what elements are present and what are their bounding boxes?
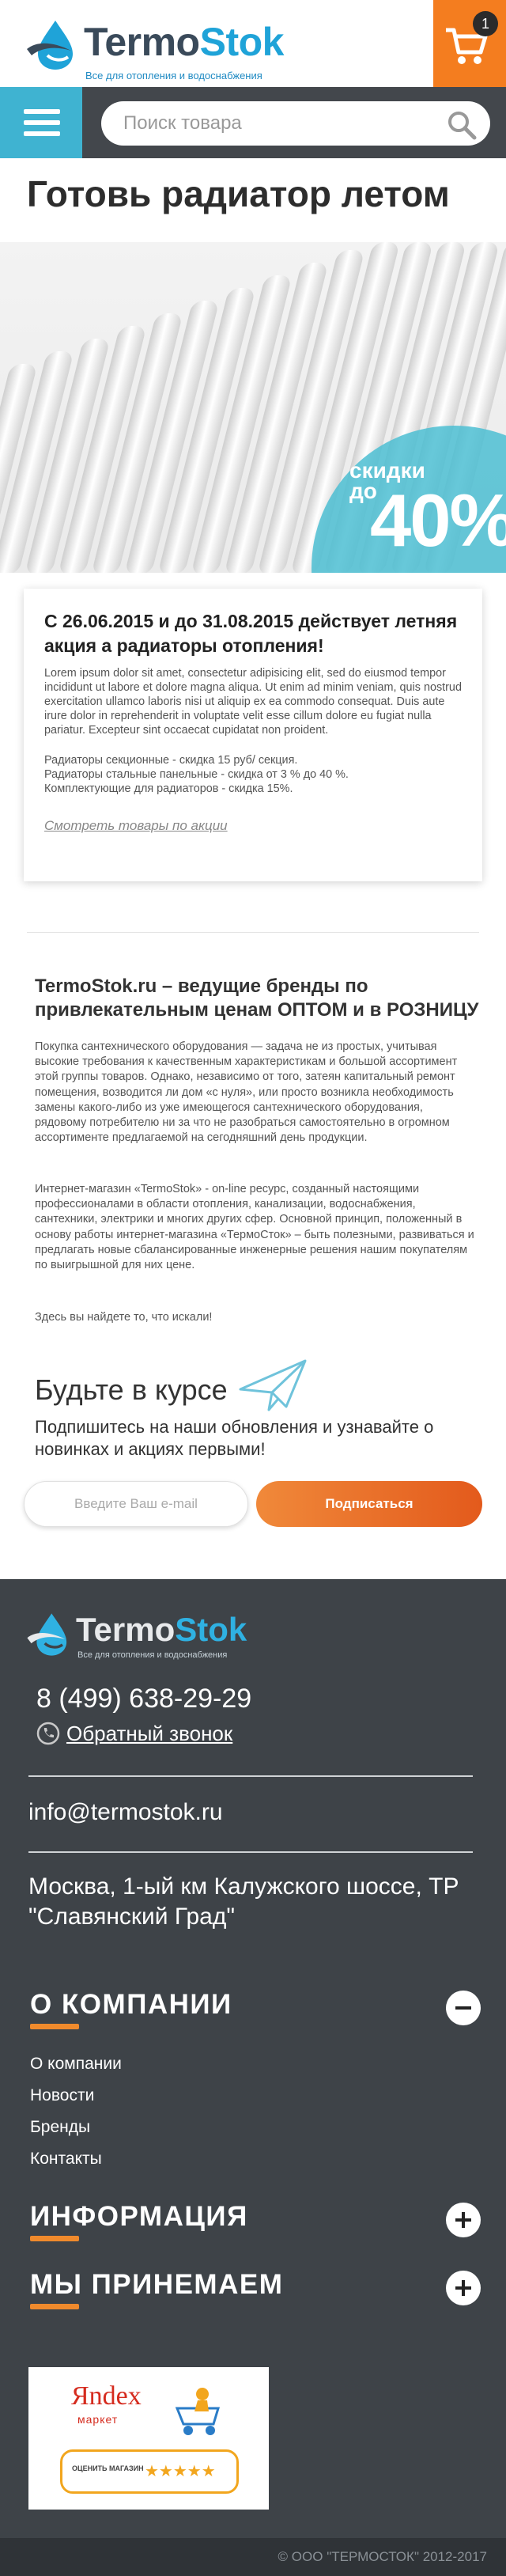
about-paragraph: Покупка сантехнического оборудования — з… bbox=[35, 1040, 458, 1145]
search-input[interactable] bbox=[101, 101, 490, 146]
section-underline bbox=[30, 2304, 79, 2309]
cart-button[interactable]: 1 bbox=[433, 0, 506, 87]
subscribe-text: Подпишитесь на наши обновления и узнавай… bbox=[35, 1417, 434, 1459]
yandex-logo: Яndex bbox=[71, 2381, 142, 2411]
footer-section-info: ИНФОРМАЦИЯ bbox=[30, 2201, 481, 2241]
search-icon[interactable] bbox=[446, 109, 478, 141]
yandex-market-badge[interactable]: Яndex маркет ОЦЕНИТЬ МАГАЗИН ★★★★★ bbox=[28, 2367, 269, 2510]
logo-tagline: Все для отопления и водоснабжения bbox=[85, 70, 262, 81]
promo-list: Радиаторы секционные - скидка 15 руб/ се… bbox=[44, 753, 462, 796]
menu-icon-line bbox=[24, 109, 60, 114]
about-title: TermoStok.ru – ведущие бренды по привлек… bbox=[35, 975, 479, 1021]
footer-link-news[interactable]: Новости bbox=[30, 2080, 481, 2112]
sale-percent: 40% bbox=[370, 479, 506, 562]
about-paragraph: Здесь вы найдете то, что искали! bbox=[35, 1311, 213, 1324]
section-underline bbox=[30, 2236, 79, 2241]
cart-count-badge: 1 bbox=[473, 11, 498, 36]
footer-section-title[interactable]: ИНФОРМАЦИЯ bbox=[30, 2201, 481, 2233]
footer-logo[interactable]: TermoStok Все для отопления и водоснабже… bbox=[24, 1611, 261, 1660]
phone-icon bbox=[36, 1722, 60, 1745]
promo-products-link[interactable]: Смотреть товары по акции bbox=[44, 818, 228, 834]
rate-shop-box[interactable]: ОЦЕНИТЬ МАГАЗИН ★★★★★ bbox=[60, 2449, 239, 2494]
page-title: Готовь радиатор летом bbox=[27, 173, 450, 214]
footer: TermoStok Все для отопления и водоснабже… bbox=[0, 1579, 506, 2576]
market-label: маркет bbox=[77, 2413, 119, 2426]
subscribe-button[interactable]: Подписаться bbox=[256, 1481, 482, 1527]
promo-banner[interactable]: скидки до 40% bbox=[0, 242, 506, 573]
cart-rider-icon bbox=[175, 2388, 221, 2435]
divider bbox=[27, 932, 479, 933]
rate-label: ОЦЕНИТЬ МАГАЗИН bbox=[72, 2464, 144, 2472]
promo-card: С 26.06.2015 и до 31.08.2015 действует л… bbox=[24, 589, 482, 881]
footer-section-company: О КОМПАНИИ О компании Новости Бренды Кон… bbox=[30, 1989, 481, 2175]
footer-divider bbox=[28, 1775, 473, 1777]
footer-divider bbox=[28, 1851, 473, 1853]
collapse-toggle-icon[interactable] bbox=[446, 1991, 481, 2025]
menu-icon-line bbox=[24, 120, 60, 125]
footer-address: Москва, 1-ый км Калужского шоссе, ТР "Сл… bbox=[28, 1873, 459, 1930]
callback-link[interactable]: Обратный звонок bbox=[36, 1722, 232, 1746]
menu-button[interactable] bbox=[0, 87, 82, 158]
footer-links: О компании Новости Бренды Контакты bbox=[30, 2048, 481, 2175]
paper-plane-icon bbox=[239, 1359, 307, 1411]
callback-label: Обратный звонок bbox=[66, 1722, 233, 1745]
subscribe-title: Будьте в курсе bbox=[35, 1373, 228, 1406]
section-underline bbox=[30, 2024, 79, 2029]
footer-section-payment: МЫ ПРИНЕМАЕМ bbox=[30, 2269, 481, 2309]
expand-toggle-icon[interactable] bbox=[446, 2271, 481, 2305]
footer-section-title[interactable]: О КОМПАНИИ bbox=[30, 1989, 481, 2021]
logo-text: TermoStok bbox=[84, 20, 284, 64]
footer-section-title[interactable]: МЫ ПРИНЕМАЕМ bbox=[30, 2269, 481, 2301]
promo-body: Lorem ipsum dolor sit amet, consectetur … bbox=[44, 667, 462, 737]
footer-link-contacts[interactable]: Контакты bbox=[30, 2143, 481, 2175]
promo-list-item: Комплектующие для радиаторов - скидка 15… bbox=[44, 782, 293, 795]
about-paragraph: Интернет-магазин «TermoStok» - on-line р… bbox=[35, 1183, 474, 1272]
rating-stars-icon: ★★★★★ bbox=[145, 2463, 216, 2480]
footer-logo-text: TermoStok bbox=[76, 1611, 247, 1648]
footer-email[interactable]: info@termostok.ru bbox=[28, 1799, 223, 1826]
footer-phone[interactable]: 8 (499) 638-29-29 bbox=[36, 1684, 251, 1714]
promo-list-item: Радиаторы секционные - скидка 15 руб/ се… bbox=[44, 754, 298, 767]
copyright-bar: © ООО "ТЕРМОСТОК" 2012-2017 bbox=[0, 2538, 506, 2576]
promo-title: С 26.06.2015 и до 31.08.2015 действует л… bbox=[44, 611, 458, 656]
site-logo[interactable]: TermoStok Все для отопления и водоснабже… bbox=[24, 17, 293, 81]
copyright-text: © ООО "ТЕРМОСТОК" 2012-2017 bbox=[278, 2549, 487, 2564]
footer-logo-tagline: Все для отопления и водоснабжения bbox=[77, 1650, 228, 1660]
menu-icon-line bbox=[24, 131, 60, 136]
header: TermoStok Все для отопления и водоснабже… bbox=[0, 0, 506, 87]
footer-link-brands[interactable]: Бренды bbox=[30, 2112, 481, 2143]
footer-link-about[interactable]: О компании bbox=[30, 2048, 481, 2080]
promo-list-item: Радиаторы стальные панельные - скидка от… bbox=[44, 768, 349, 781]
drop-swirl-icon bbox=[27, 1613, 67, 1656]
expand-toggle-icon[interactable] bbox=[446, 2203, 481, 2237]
drop-swirl-icon bbox=[27, 21, 73, 70]
search-bar bbox=[0, 87, 506, 158]
email-field[interactable] bbox=[24, 1481, 248, 1527]
